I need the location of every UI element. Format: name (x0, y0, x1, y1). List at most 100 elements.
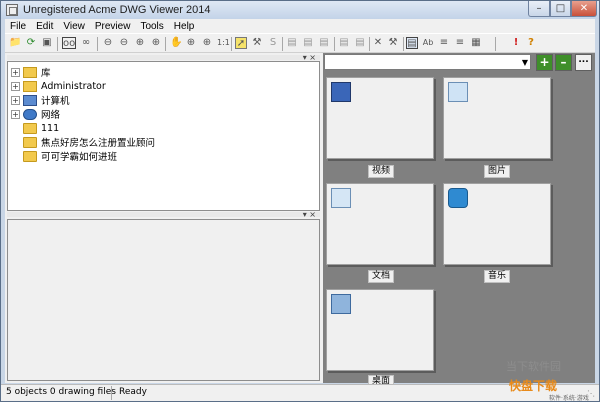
save-icon[interactable]: ▣ (41, 37, 53, 49)
toolbar-separator (403, 37, 404, 51)
thumbnail-card[interactable] (326, 77, 434, 159)
status-divider (111, 386, 112, 400)
properties-icon[interactable]: ▤ (286, 37, 298, 49)
help-icon[interactable]: ? (525, 37, 537, 49)
clipboard-icon[interactable]: ▤ (338, 37, 350, 49)
list-icon[interactable]: ≡ (438, 37, 450, 49)
watermark-faint-text: 当下软件园 (506, 360, 561, 373)
watermark-brand: 快盘下载 (509, 379, 558, 393)
layers-icon[interactable]: S (267, 37, 279, 49)
thumbnail-label[interactable]: 图片 (484, 165, 511, 178)
expand-icon[interactable]: + (11, 95, 20, 105)
chevron-down-icon[interactable]: ▼ (522, 58, 528, 67)
view-mode-icon[interactable]: oo (62, 37, 76, 49)
thumbnail-card[interactable] (326, 289, 434, 371)
path-dropdown[interactable]: ▼ (324, 54, 531, 70)
toolbar-separator (231, 37, 232, 51)
menu-tools[interactable]: Tools (135, 21, 168, 32)
watermark-site: 软件·系统·游戏 (549, 395, 589, 402)
close-button[interactable]: ✕ (571, 1, 597, 17)
thumbnail-label[interactable]: 视频 (368, 165, 395, 178)
zoom-extent-icon[interactable]: ⊕ (150, 37, 162, 49)
toolbar-separator (369, 37, 370, 51)
plus-icon: + (539, 55, 550, 69)
minimize-icon: – (536, 3, 542, 14)
app-icon[interactable] (6, 4, 18, 16)
maximize-button[interactable]: □ (550, 1, 571, 17)
delete-icon[interactable]: ▤ (354, 37, 366, 49)
wrench-icon[interactable]: ⚒ (251, 37, 263, 49)
exclamation-icon[interactable]: ! (510, 37, 522, 49)
menu-preview[interactable]: Preview (90, 21, 136, 32)
menu-edit[interactable]: Edit (31, 21, 58, 32)
tree-item[interactable]: + Administrator (11, 80, 106, 92)
application-window: Unregistered Acme DWG Viewer 2014 – □ ✕ … (0, 0, 600, 402)
refresh-icon[interactable]: ⟳ (25, 37, 37, 49)
tree-item[interactable]: + 网络 (11, 108, 60, 121)
music-library-icon (448, 188, 468, 208)
expand-icon[interactable]: + (11, 81, 20, 91)
toolbar-separator (334, 37, 335, 51)
toolbar-separator (57, 37, 58, 51)
thumbnail-label[interactable]: 文档 (368, 270, 395, 283)
window-title: Unregistered Acme DWG Viewer 2014 (23, 4, 211, 16)
zoom-window-icon[interactable]: ⊕ (185, 37, 197, 49)
zoom-in-alt-icon[interactable]: ⊕ (201, 37, 213, 49)
measure-icon[interactable]: ➚ (235, 37, 247, 49)
text-size-icon[interactable]: Ab (422, 37, 434, 49)
folder-open-icon[interactable]: 📁 (9, 37, 21, 49)
menu-file[interactable]: File (5, 21, 31, 32)
thumbnail-card[interactable] (326, 183, 434, 265)
add-button[interactable]: + (536, 54, 553, 71)
paste-icon[interactable]: ▤ (318, 37, 330, 49)
tree-item[interactable]: + 库 (11, 66, 51, 79)
pan-icon[interactable]: ✋ (170, 37, 182, 49)
video-library-icon (331, 82, 351, 102)
expand-icon[interactable]: + (11, 109, 20, 119)
thumbnail-label[interactable]: 音乐 (484, 270, 511, 283)
preview-pane (7, 219, 320, 381)
tree-item-label: 计算机 (41, 96, 70, 107)
toolbar-separator (165, 37, 166, 51)
tree-icon[interactable]: ≡ (454, 37, 466, 49)
menu-help[interactable]: Help (169, 21, 200, 32)
copy-icon[interactable]: ▤ (302, 37, 314, 49)
thumbnail-card[interactable] (443, 183, 551, 265)
zoom-out-icon[interactable]: ⊖ (102, 37, 114, 49)
minus-icon: – (560, 55, 567, 69)
tree-item[interactable]: 111 (11, 122, 59, 134)
tree-item[interactable]: 焦点好房怎么注册置业顾问 (11, 136, 156, 149)
thumbnail-card[interactable] (443, 77, 551, 159)
tree-item[interactable]: 可可学霸如何进班 (11, 150, 118, 163)
toolbar: 📁 ⟳ ▣ oo ∞ ⊖ ⊖ ⊕ ⊕ ✋ ⊕ ⊕ 1:1 ➚ ⚒ S ▤ ▤ ▤… (5, 33, 595, 53)
print-preview-icon[interactable]: ▤ (406, 37, 418, 49)
status-state: Ready (119, 387, 147, 397)
title-bar[interactable]: Unregistered Acme DWG Viewer 2014 – □ ✕ (1, 1, 599, 19)
expand-icon[interactable]: + (11, 67, 20, 77)
columns-icon[interactable]: ▦ (470, 37, 482, 49)
pane-close-icon[interactable]: ▾ × (303, 210, 316, 219)
menu-view[interactable]: View (58, 21, 90, 32)
close-icon: ✕ (579, 3, 589, 14)
tree-item[interactable]: + 计算机 (11, 94, 70, 107)
workspace: ▾ × + 库 + Administrator + 计算机 + 网络 111 焦… (5, 53, 595, 388)
zoom-out-small-icon[interactable]: ⊖ (118, 37, 130, 49)
menu-bar: File Edit View Preview Tools Help (5, 19, 595, 33)
desktop-icon (331, 294, 351, 314)
minimize-button[interactable]: – (528, 1, 550, 17)
close-doc-icon[interactable]: ✕ (372, 37, 384, 49)
folder-tree[interactable]: + 库 + Administrator + 计算机 + 网络 111 焦点好房怎… (7, 61, 320, 211)
toolbar-separator (97, 37, 98, 51)
browse-button[interactable]: ... (575, 54, 592, 71)
tree-item-label: 焦点好房怎么注册置业顾问 (41, 138, 156, 149)
zoom-1to1-icon[interactable]: 1:1 (217, 37, 230, 49)
remove-button[interactable]: – (555, 54, 572, 71)
zoom-in-icon[interactable]: ⊕ (134, 37, 146, 49)
picture-library-icon (448, 82, 468, 102)
hammer-icon[interactable]: ⚒ (387, 37, 399, 49)
user-folder-icon (23, 80, 37, 92)
thumbnail-pane[interactable]: ▼ + – ... 视频 图片 文档 音乐 桌面 (323, 53, 595, 388)
tree-item-label: 可可学霸如何进班 (41, 152, 118, 163)
link-icon[interactable]: ∞ (80, 37, 92, 49)
tree-item-label: 库 (41, 68, 51, 79)
